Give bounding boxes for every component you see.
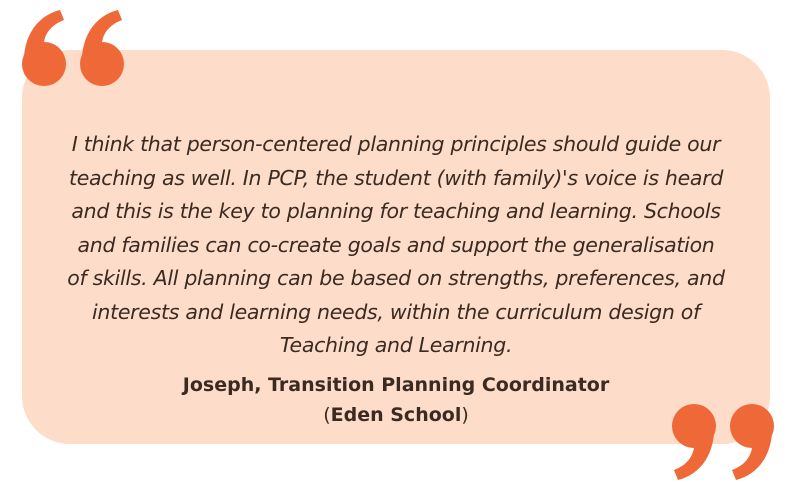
author-name-role: Joseph, Transition Planning Coordinator	[182, 374, 610, 396]
open-quote-icon	[22, 10, 124, 86]
author-school: (Eden School)	[30, 400, 762, 430]
quote-line: I think that person-centered planning pr…	[71, 132, 721, 156]
attribution: Joseph, Transition Planning Coordinator …	[30, 370, 762, 430]
open-paren: (	[323, 404, 331, 426]
testimonial-graphic: I think that person-centered planning pr…	[0, 0, 793, 490]
quote-line: interests and learning needs, within the…	[92, 299, 700, 324]
quote-line: teaching as well. In PCP, the student (w…	[68, 165, 724, 190]
school-name: Eden School	[330, 404, 462, 426]
quote-line: of skills. All planning can be based on …	[67, 266, 725, 290]
quote-line: and this is the key to planning for teac…	[71, 199, 721, 223]
quote-text: I think that person-centered planning pr…	[30, 128, 762, 363]
quote-line: and families can co-create goals and sup…	[77, 232, 715, 257]
quote-line: Teaching and Learning.	[279, 333, 513, 357]
close-paren: )	[461, 404, 469, 426]
